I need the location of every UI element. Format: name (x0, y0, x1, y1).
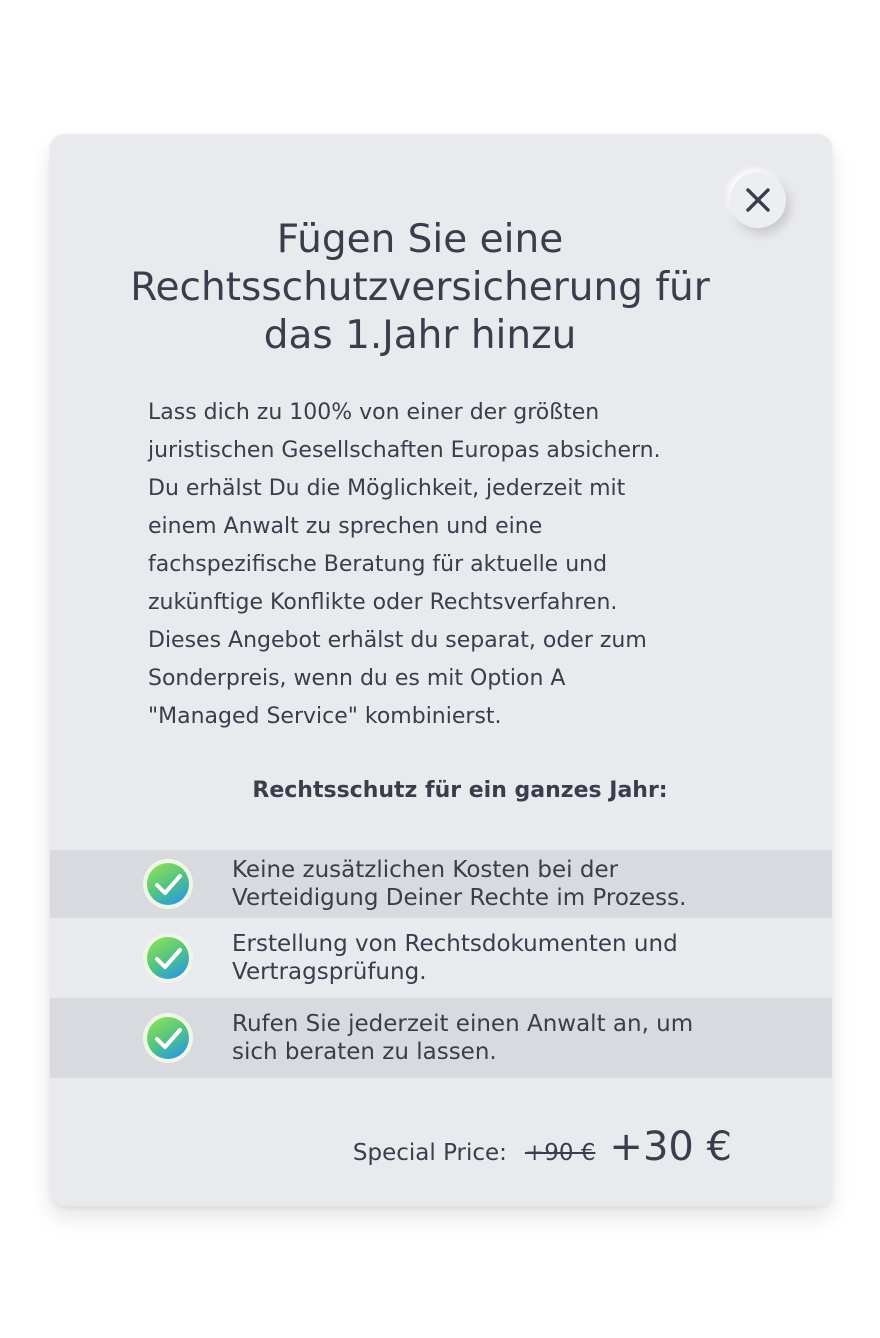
close-icon (746, 188, 770, 212)
insurance-modal: Fügen Sie eine Rechtsschutzversicherung … (50, 134, 832, 1206)
check-circle-icon (143, 859, 193, 909)
check-circle-icon (143, 1013, 193, 1063)
modal-description: Lass dich zu 100% von einer der größten … (148, 400, 661, 729)
feature-item: Keine zusätzlichen Kosten bei der Vertei… (50, 850, 832, 918)
feature-text: Erstellung von Rechtsdokumenten und Vert… (232, 931, 678, 985)
check-circle-icon (143, 933, 193, 983)
price-area: Special Price: +90 € +30 € (353, 1124, 732, 1170)
feature-item: Erstellung von Rechtsdokumenten und Vert… (50, 918, 832, 998)
features-list: Keine zusätzlichen Kosten bei der Vertei… (50, 850, 832, 1078)
feature-item: Rufen Sie jederzeit einen Anwalt an, um … (50, 998, 832, 1078)
close-button[interactable] (730, 172, 786, 228)
features-heading: Rechtsschutz für ein ganzes Jahr: (252, 778, 668, 803)
old-price: +90 € (524, 1140, 596, 1166)
feature-text: Rufen Sie jederzeit einen Anwalt an, um … (232, 1011, 694, 1065)
modal-title: Fügen Sie eine Rechtsschutzversicherung … (130, 217, 710, 358)
special-price: +30 € (609, 1124, 732, 1170)
feature-text: Keine zusätzlichen Kosten bei der Vertei… (232, 857, 687, 911)
price-label: Special Price: (352, 1140, 507, 1166)
